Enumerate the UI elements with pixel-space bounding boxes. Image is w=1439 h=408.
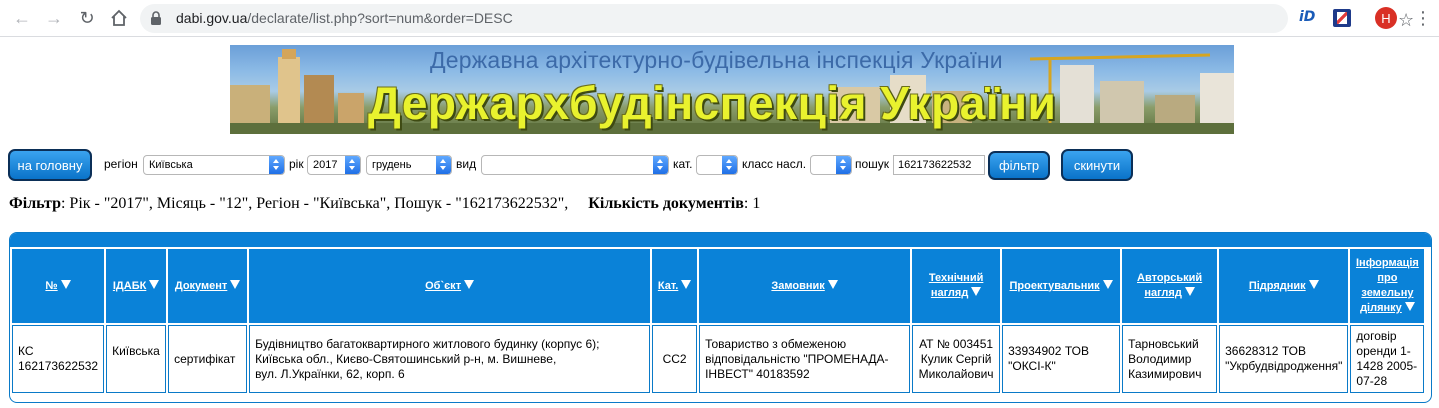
cell-number: КС 162173622532 (12, 325, 105, 393)
home-button[interactable]: на головну (8, 149, 92, 181)
back-arrow-icon[interactable]: ← (11, 7, 33, 29)
header-category[interactable]: Кат. (652, 249, 698, 323)
cell-author-supervision: Тарновський Володимир Казимирович (1122, 325, 1218, 393)
url-text: dabi.gov.ua/declarate/list.php?sort=num&… (176, 10, 513, 26)
profile-avatar[interactable]: H (1375, 7, 1397, 29)
forward-arrow-icon[interactable]: → (43, 7, 65, 29)
sort-desc-icon (230, 279, 241, 289)
search-input[interactable]: 162173622532 (893, 155, 985, 175)
filter-summary-label: Фільтр (9, 195, 61, 212)
sort-desc-icon (1184, 287, 1195, 296)
header-land-info[interactable]: Інформація про земельну ділянку (1350, 249, 1425, 323)
address-bar[interactable]: dabi.gov.ua/declarate/list.php?sort=num&… (140, 4, 1414, 33)
bookmark-star-icon[interactable]: ☆ (1398, 10, 1414, 31)
cell-land-info: договір оренди 1- 1428 2005- 07-28 (1350, 325, 1425, 393)
search-label: пошук (855, 157, 890, 171)
cell-object: Будівництво багатоквартирного житлового … (249, 325, 651, 393)
header-banner: Державна архітектурно-будівельна інспекц… (230, 45, 1234, 134)
browser-menu-icon[interactable]: ⋮ (1414, 7, 1432, 29)
table-header-row: № ІДАБК Документ Об`єкт Кат. Замовник Те… (12, 249, 1425, 323)
header-object[interactable]: Об`єкт (249, 249, 651, 323)
filter-button[interactable]: фільтр (988, 151, 1050, 180)
class-label: класс насл. (742, 157, 807, 171)
header-customer[interactable]: Замовник (699, 249, 911, 323)
document-count-value: : 1 (743, 195, 761, 212)
extension-id-icon[interactable]: iD (1299, 9, 1315, 25)
filter-summary: Фільтр: Рік - "2017", Місяць - "12", Рег… (9, 195, 760, 213)
results-table-container: № ІДАБК Документ Об`єкт Кат. Замовник Те… (9, 232, 1432, 403)
cell-contractor: 36628312 ТОВ "Укрбудвідродження" (1219, 325, 1349, 393)
reset-button[interactable]: скинути (1061, 149, 1133, 181)
cell-idabk: Київська (106, 325, 167, 393)
category-select[interactable] (696, 155, 738, 175)
banner-subtitle: Державна архітектурно-будівельна інспекц… (430, 47, 1003, 73)
sort-desc-icon (827, 279, 838, 289)
sort-desc-icon (681, 279, 692, 289)
banner-title: Держархбудінспекція України (368, 77, 1057, 129)
sort-desc-icon (1102, 279, 1113, 289)
header-idabk[interactable]: ІДАБК (106, 249, 167, 323)
filter-summary-text: : Рік - "2017", Місяць - "12", Регіон - … (60, 195, 569, 212)
cell-technical-supervision: АТ № 003451 Кулик Сергій Миколайович (912, 325, 1001, 393)
sort-desc-icon (464, 279, 475, 289)
sort-desc-icon (1404, 302, 1415, 311)
header-document[interactable]: Документ (168, 249, 248, 323)
region-label: регіон (104, 157, 138, 171)
cell-designer: 33934902 ТОВ "ОКСІ-К" (1002, 325, 1121, 393)
header-number[interactable]: № (12, 249, 105, 323)
sort-desc-icon (1308, 279, 1319, 289)
month-select[interactable]: грудень (366, 155, 452, 175)
browser-toolbar: ← → ↻ dabi.gov.ua/declarate/list.php?sor… (0, 0, 1439, 37)
table-row: КС 162173622532 Київська сертифікат Будів… (12, 325, 1425, 393)
category-label: кат. (673, 157, 693, 171)
header-author-supervision[interactable]: Авторський нагляд (1122, 249, 1218, 323)
year-label: рік (289, 157, 304, 171)
document-count-label: Кількість документів (588, 195, 744, 212)
type-label: вид (456, 157, 477, 171)
reload-icon[interactable]: ↻ (76, 7, 98, 29)
cell-document: сертифікат (168, 325, 248, 393)
sort-desc-icon (971, 287, 982, 296)
sort-desc-icon (149, 279, 160, 289)
cell-customer: Товариство з обмеженою відповідальністю "… (699, 325, 911, 393)
header-designer[interactable]: Проектувальник (1002, 249, 1121, 323)
class-select[interactable] (810, 155, 852, 175)
cell-category: СС2 (652, 325, 698, 393)
sort-desc-icon (60, 279, 71, 289)
results-table: № ІДАБК Документ Об`єкт Кат. Замовник Те… (10, 247, 1426, 395)
type-select[interactable] (481, 155, 669, 175)
header-technical-supervision[interactable]: Технічний нагляд (912, 249, 1001, 323)
extension-flag-icon[interactable] (1333, 9, 1351, 27)
year-select[interactable]: 2017 (307, 155, 361, 175)
table-top-bar (10, 233, 1431, 247)
header-contractor[interactable]: Підрядник (1219, 249, 1349, 323)
lock-icon (151, 11, 161, 25)
home-icon[interactable] (108, 7, 130, 29)
region-select[interactable]: Київська (143, 155, 285, 175)
